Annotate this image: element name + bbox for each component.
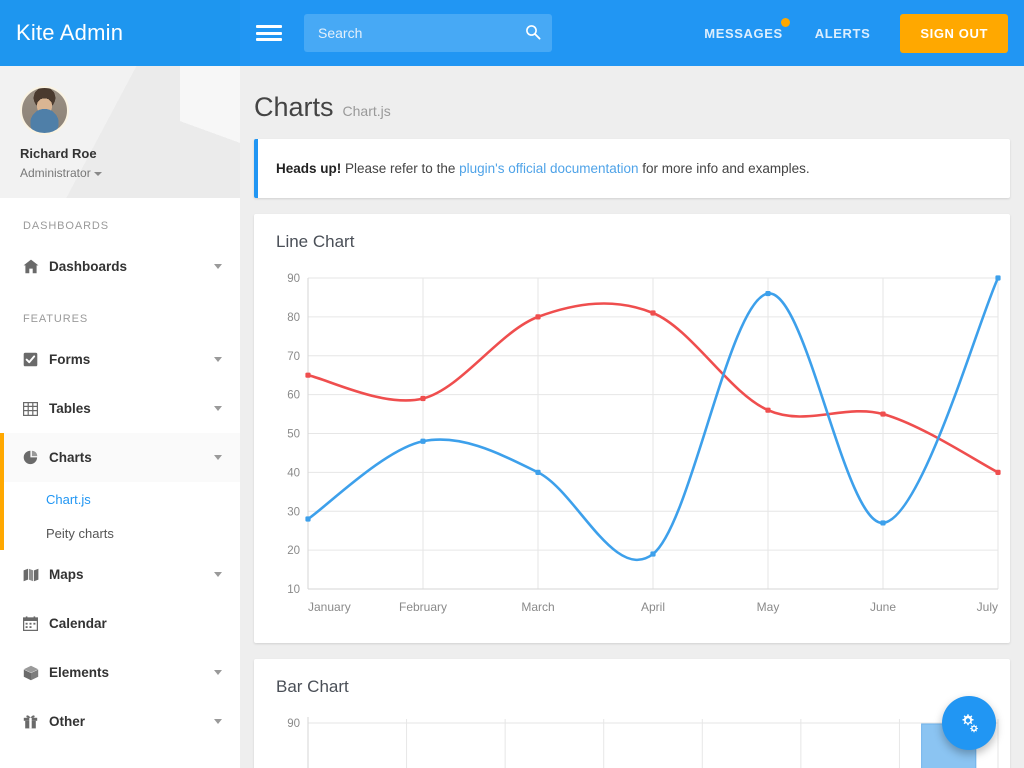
bar-chart-svg: 90	[287, 717, 999, 768]
alert-strong: Heads up!	[276, 161, 342, 176]
svg-text:10: 10	[287, 584, 300, 596]
page-subtitle: Chart.js	[342, 103, 391, 119]
nav-link-alerts-label: ALERTS	[814, 25, 871, 41]
user-panel: Richard Roe Administrator	[0, 66, 240, 198]
svg-text:20: 20	[287, 545, 300, 557]
svg-text:30: 30	[287, 506, 300, 518]
sidebar-item-forms[interactable]: Forms	[0, 335, 240, 384]
pie-chart-icon	[23, 450, 49, 466]
gears-icon	[962, 714, 978, 733]
svg-text:February: February	[399, 600, 447, 614]
svg-text:90: 90	[287, 273, 300, 285]
sidebar-item-other-label: Other	[49, 714, 86, 729]
box-icon	[23, 665, 49, 681]
gift-icon	[23, 714, 49, 729]
bar-chart-canvas[interactable]: 90	[254, 703, 1010, 768]
sidebar-item-calendar-label: Calendar	[49, 616, 107, 631]
sidebar-item-elements-label: Elements	[49, 665, 110, 680]
chevron-down-icon	[214, 670, 222, 675]
svg-text:70: 70	[287, 351, 300, 363]
chevron-down-icon	[214, 406, 222, 411]
messages-badge-dot	[780, 17, 790, 27]
svg-text:90: 90	[287, 718, 300, 730]
svg-text:July: July	[977, 600, 998, 614]
nav-link-alerts[interactable]: ALERTS	[799, 26, 887, 41]
page-header: Charts Chart.js	[240, 66, 1024, 139]
brand-logo[interactable]: Kite Admin	[0, 0, 240, 66]
line-chart-card: Line Chart 10 20 30 40 50 60 70 80 90 January Febr…	[254, 214, 1010, 643]
svg-text:May: May	[757, 600, 780, 614]
brand-title: Kite Admin	[16, 20, 124, 45]
settings-fab-button[interactable]	[942, 696, 996, 750]
sign-out-button[interactable]: SIGN OUT	[900, 13, 1008, 53]
user-name: Richard Roe	[20, 146, 97, 161]
page-title: Charts	[254, 92, 334, 122]
sidebar-item-forms-label: Forms	[49, 352, 91, 367]
sidebar-item-maps-label: Maps	[49, 567, 84, 582]
search-input[interactable]	[304, 14, 552, 52]
avatar[interactable]	[20, 86, 69, 135]
svg-text:January: January	[308, 600, 351, 614]
sidebar-item-other[interactable]: Other	[0, 697, 240, 746]
alert-text-after: for more info and examples.	[638, 161, 810, 176]
top-bar: Kite Admin MESSAGES ALERTS SIGN OUT	[0, 0, 1024, 66]
svg-text:50: 50	[287, 429, 300, 441]
checkbox-icon	[23, 352, 49, 367]
chevron-down-icon	[214, 264, 222, 269]
hamburger-icon[interactable]	[256, 23, 282, 43]
chevron-down-icon	[214, 719, 222, 724]
line-chart-canvas[interactable]: 10 20 30 40 50 60 70 80 90 January February March Ap…	[254, 258, 1010, 643]
user-role-dropdown[interactable]: Administrator	[20, 166, 240, 180]
table-icon	[23, 401, 49, 416]
sidebar-item-dashboards[interactable]: Dashboards	[0, 242, 240, 291]
search-field-wrapper	[304, 14, 552, 52]
sidebar-item-elements[interactable]: Elements	[0, 648, 240, 697]
chevron-down-icon	[214, 357, 222, 362]
line-chart-title: Line Chart	[276, 232, 355, 251]
svg-text:80: 80	[287, 312, 300, 324]
sidebar-subitem-chartjs[interactable]: Chart.js	[4, 482, 240, 516]
calendar-icon	[23, 616, 49, 631]
svg-text:40: 40	[287, 467, 300, 479]
alert-doc-link[interactable]: plugin's official documentation	[459, 161, 638, 176]
sidebar-item-charts[interactable]: Charts	[4, 433, 240, 482]
chevron-down-icon	[93, 171, 102, 176]
sidebar-item-charts-label: Charts	[49, 450, 92, 465]
navbar: MESSAGES ALERTS SIGN OUT	[240, 0, 1024, 66]
bar-chart-title: Bar Chart	[276, 677, 349, 696]
sidebar-item-calendar[interactable]: Calendar	[0, 599, 240, 648]
svg-text:March: March	[521, 600, 554, 614]
home-icon	[23, 259, 49, 274]
svg-text:June: June	[870, 600, 896, 614]
svg-text:60: 60	[287, 390, 300, 402]
bar-chart-card: Bar Chart 90	[254, 659, 1010, 768]
main-content: Charts Chart.js Heads up! Please refer t…	[240, 66, 1024, 768]
sidebar-subitem-peity-charts[interactable]: Peity charts	[4, 516, 240, 550]
nav-link-messages-label: MESSAGES	[704, 25, 783, 41]
navbar-right: MESSAGES ALERTS SIGN OUT	[688, 13, 1008, 53]
map-icon	[23, 568, 49, 582]
sidebar-heading-dashboards: DASHBOARDS	[23, 220, 110, 232]
chevron-down-icon	[214, 572, 222, 577]
sidebar-item-tables[interactable]: Tables	[0, 384, 240, 433]
line-chart-svg: 10 20 30 40 50 60 70 80 90 January February March Ap…	[287, 273, 1001, 614]
svg-text:April: April	[641, 600, 665, 614]
nav-link-messages[interactable]: MESSAGES	[688, 17, 798, 41]
info-alert: Heads up! Please refer to the plugin's o…	[254, 139, 1010, 198]
sidebar: Richard Roe Administrator DASHBOARDS Das…	[0, 66, 240, 768]
sidebar-item-tables-label: Tables	[49, 401, 91, 416]
user-role-label: Administrator	[20, 166, 91, 180]
sidebar-item-maps[interactable]: Maps	[0, 550, 240, 599]
sidebar-heading-features: FEATURES	[23, 313, 89, 325]
alert-text-before: Please refer to the	[341, 161, 460, 176]
sidebar-group-charts: Charts Chart.js Peity charts	[0, 433, 240, 550]
sidebar-item-dashboards-label: Dashboards	[49, 259, 128, 274]
chevron-down-icon	[214, 455, 222, 460]
